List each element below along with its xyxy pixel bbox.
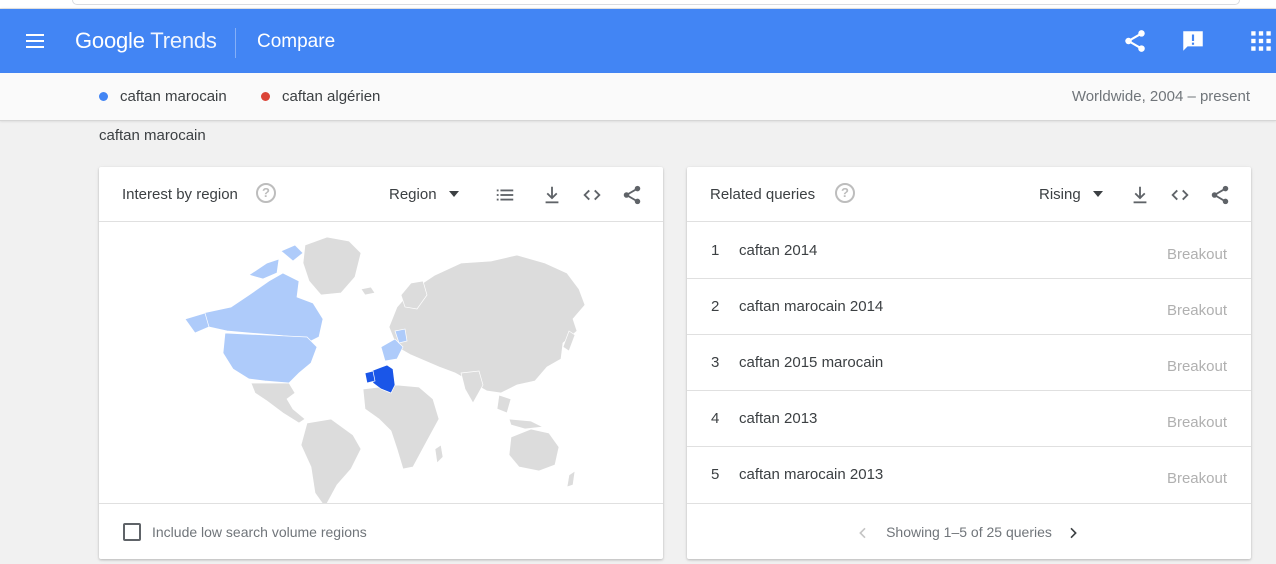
card-title: Related queries	[710, 186, 816, 203]
feedback-icon[interactable]	[1180, 28, 1206, 54]
embed-code-icon[interactable]	[581, 184, 603, 206]
query-rank: 4	[711, 410, 720, 427]
share-icon[interactable]	[1122, 28, 1148, 54]
share-icon[interactable]	[621, 184, 643, 206]
query-value: Breakout	[1166, 470, 1227, 487]
apps-grid-icon[interactable]	[1248, 28, 1274, 54]
chevron-down-icon	[448, 191, 459, 197]
query-rank: 5	[711, 466, 720, 483]
query-value: Breakout	[1166, 246, 1227, 263]
card-header: Related queries ? Rising	[687, 167, 1251, 222]
card-header: Interest by region ? Region	[99, 167, 663, 222]
query-rank: 3	[711, 354, 720, 371]
share-icon[interactable]	[1209, 184, 1231, 206]
browser-chrome-strip	[0, 0, 1276, 9]
embed-code-icon[interactable]	[1169, 184, 1191, 206]
query-value: Breakout	[1166, 302, 1227, 319]
map-low-interest	[184, 244, 408, 384]
query-row[interactable]: 3 caftan 2015 marocain Breakout	[687, 335, 1251, 391]
compare-term-1[interactable]: caftan marocain	[99, 88, 227, 105]
card-footer: Include low search volume regions	[99, 503, 663, 559]
download-icon[interactable]	[1129, 184, 1151, 206]
term-color-dot	[99, 92, 108, 101]
logo-trends-text: Trends	[150, 28, 217, 53]
top-app-bar: Google Trends Compare	[0, 9, 1276, 73]
address-bar-edge	[72, 0, 1240, 5]
list-view-icon[interactable]	[494, 184, 516, 206]
help-icon[interactable]: ?	[835, 183, 855, 203]
download-icon[interactable]	[541, 184, 563, 206]
rising-top-dropdown[interactable]: Rising	[1039, 186, 1103, 203]
compare-terms-bar: caftan marocain caftan algérien Worldwid…	[0, 73, 1276, 121]
low-volume-checkbox[interactable]	[123, 523, 141, 541]
resolution-value: Region	[389, 186, 437, 203]
term-label: caftan algérien	[282, 88, 381, 105]
query-value: Breakout	[1166, 414, 1227, 431]
query-rank: 2	[711, 298, 720, 315]
menu-icon[interactable]	[24, 31, 46, 51]
query-row[interactable]: 2 caftan marocain 2014 Breakout	[687, 279, 1251, 335]
chevron-down-icon	[1092, 191, 1103, 197]
query-text: caftan marocain 2014	[739, 298, 884, 315]
pagination: Showing 1–5 of 25 queries	[687, 524, 1251, 540]
query-row[interactable]: 1 caftan 2014 Breakout	[687, 223, 1251, 279]
compare-term-2[interactable]: caftan algérien	[261, 88, 380, 105]
term-label: caftan marocain	[120, 88, 227, 105]
mode-value: Rising	[1039, 186, 1081, 203]
query-rank: 1	[711, 242, 720, 259]
query-row[interactable]: 5 caftan marocain 2013 Breakout	[687, 447, 1251, 503]
query-value: Breakout	[1166, 358, 1227, 375]
chevron-left-icon[interactable]	[855, 525, 871, 541]
query-text: caftan marocain 2013	[739, 466, 884, 483]
resolution-dropdown[interactable]: Region	[389, 186, 459, 203]
query-row[interactable]: 4 caftan 2013 Breakout	[687, 391, 1251, 447]
checkbox-label: Include low search volume regions	[152, 524, 367, 540]
chevron-right-icon[interactable]	[1065, 525, 1081, 541]
term-color-dot	[261, 92, 270, 101]
card-footer: Showing 1–5 of 25 queries	[687, 503, 1251, 559]
world-map[interactable]	[99, 223, 663, 503]
query-text: caftan 2015 marocain	[739, 354, 884, 371]
interest-by-region-card: Interest by region ? Region Include low …	[99, 167, 663, 559]
geo-time-scope[interactable]: Worldwide, 2004 – present	[1072, 88, 1250, 105]
logo-google-text: Google	[75, 28, 145, 53]
query-text: caftan 2013	[739, 410, 818, 427]
card-title: Interest by region	[122, 186, 238, 203]
google-trends-logo[interactable]: Google Trends	[75, 28, 217, 54]
help-icon[interactable]: ?	[256, 183, 276, 203]
page-title: Compare	[257, 31, 336, 52]
header-divider	[235, 28, 236, 58]
related-queries-card: Related queries ? Rising 1 caftan 2014 B…	[687, 167, 1251, 559]
pagination-status: Showing 1–5 of 25 queries	[886, 524, 1052, 540]
section-term-label: caftan marocain	[99, 127, 206, 144]
query-text: caftan 2014	[739, 242, 818, 259]
